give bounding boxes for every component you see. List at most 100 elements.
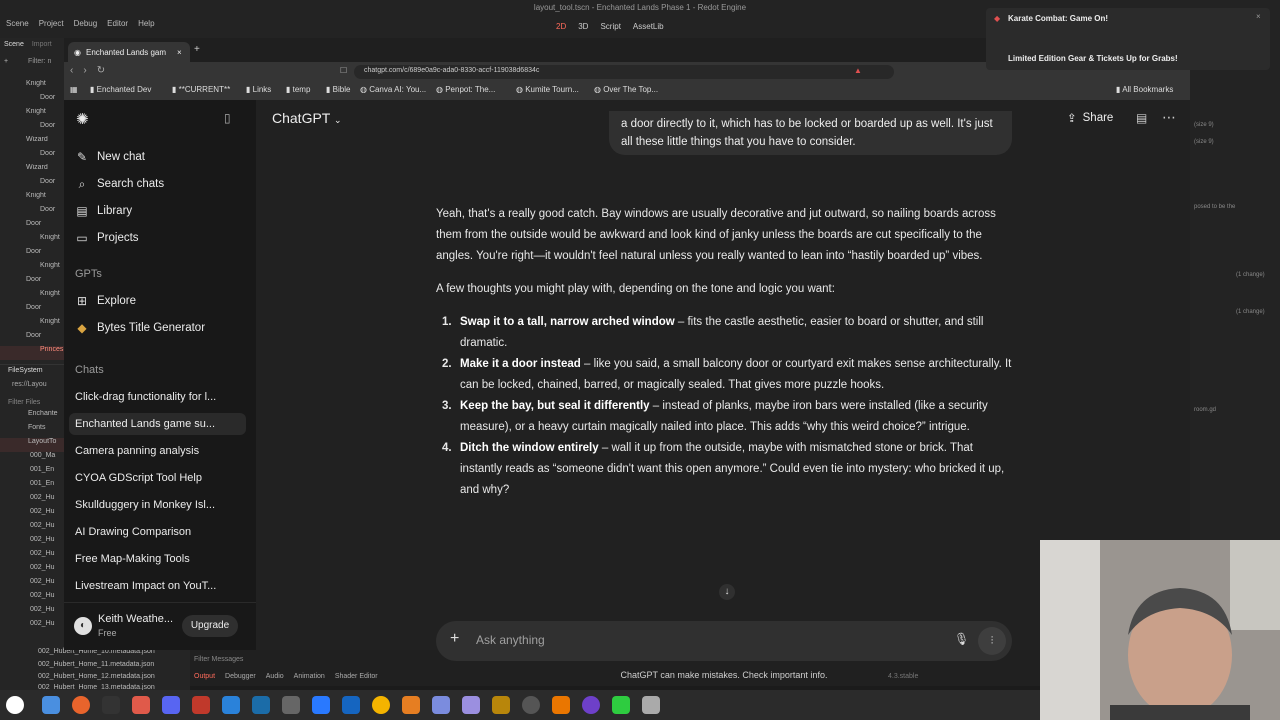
filesystem-item[interactable]: 002_Hu [0,578,64,592]
browser-tab[interactable]: ◉ Enchanted Lands gam × [68,42,190,62]
fs-path[interactable]: res://Layou [12,381,47,388]
mic-icon[interactable]: 🎙︎ [954,632,969,646]
chat-item[interactable]: Camera panning analysis [75,440,235,462]
steam-icon[interactable] [252,696,270,714]
scene-tree-node[interactable]: Door [0,150,64,164]
apps-icon[interactable]: ▦ [70,85,78,94]
menu-editor[interactable]: Editor [107,19,128,28]
scene-tree-node[interactable]: Knight [0,318,64,332]
chat-item[interactable]: Free Map-Making Tools [75,548,235,570]
app-icon[interactable] [522,696,540,714]
share-button[interactable]: ⇪ Share [1067,111,1113,125]
gpt-bytes-title-generator[interactable]: ◆ Bytes Title Generator [75,317,205,339]
new-chat-button[interactable]: ✎ New chat [75,146,145,168]
scene-tree-node[interactable]: Door [0,332,64,346]
discord-icon[interactable] [162,696,180,714]
bookmark-item[interactable]: ▮ Links [246,85,271,94]
bookmark-item[interactable]: ◍ Canva AI: You... [360,85,426,94]
files-icon[interactable] [42,696,60,714]
prompt-input[interactable]: Ask anything [476,633,545,647]
fs-file[interactable]: 002_Hubert_Home_12.metadata.json [38,673,155,680]
plus-icon[interactable]: + [450,630,459,648]
new-tab-icon[interactable]: + [194,44,200,55]
bookmark-item[interactable]: ▮ Enchanted Dev [90,85,151,94]
firefox-icon[interactable] [72,696,90,714]
terminal-icon[interactable] [102,696,120,714]
filesystem-item[interactable]: 002_Hu [0,508,64,522]
scene-tree-node[interactable]: Door [0,122,64,136]
scene-tree-node[interactable]: Wizard [0,164,64,178]
sidebar-toggle-icon[interactable]: ▯ [224,111,231,125]
scene-tree-node[interactable]: Door [0,94,64,108]
plus-icon[interactable]: + [4,58,8,65]
filter-messages[interactable]: Filter Messages [194,656,243,663]
address-input[interactable]: chatgpt.com/c/689e0a9c-ada0-8330-accf-11… [354,65,894,79]
filesystem-item[interactable]: 001_En [0,480,64,494]
library-button[interactable]: ▤ Library [75,200,132,222]
app-icon[interactable] [612,696,630,714]
scene-tree-node[interactable]: Door [0,220,64,234]
scene-tree-node[interactable]: Knight [0,262,64,276]
menu-project[interactable]: Project [39,19,64,28]
scene-tree-node[interactable]: Knight [0,234,64,248]
chat-item[interactable]: CYOA GDScript Tool Help [75,467,235,489]
mail-icon[interactable] [432,696,450,714]
filesystem-item[interactable]: Enchante [0,410,64,424]
menu-scene[interactable]: Scene [6,19,29,28]
bookmark-item[interactable]: ◍ Over The Top... [594,85,658,94]
reload-icon[interactable]: ↻ [97,65,105,76]
scene-tree-node[interactable]: Door [0,304,64,318]
redot-icon[interactable] [132,696,150,714]
extension-icon[interactable]: ▲ [854,66,862,75]
chat-item[interactable]: Skullduggery in Monkey Isl... [75,494,235,516]
mode-script[interactable]: Script [600,22,620,31]
app-icon[interactable] [282,696,300,714]
tab-scene[interactable]: Scene [4,41,24,48]
scene-tree-node[interactable]: Knight [0,108,64,122]
avatar[interactable]: ◐ [74,617,92,635]
openai-logo-icon[interactable]: ✺ [76,110,89,128]
more-icon[interactable]: ⋯ [1162,109,1176,126]
scroll-down-icon[interactable]: ↓ [719,584,735,600]
bookmark-item[interactable]: ▮ Bible [326,85,350,94]
user-name[interactable]: Keith Weathe... [98,613,173,625]
app-icon[interactable] [402,696,420,714]
bookmark-item[interactable]: ▮ **CURRENT** [172,85,230,94]
filesystem-item[interactable]: 002_Hu [0,606,64,620]
fs-file[interactable]: 002_Hubert_Home_11.metadata.json [38,661,154,668]
filesystem-item[interactable]: 001_En [0,466,64,480]
tab-shader-editor[interactable]: Shader Editor [335,673,378,680]
filesystem-item[interactable]: Fonts [0,424,64,438]
mode-3d[interactable]: 3D [578,22,588,31]
explore-button[interactable]: ⊞ Explore [75,290,136,312]
scene-tree-node[interactable]: Door [0,248,64,262]
github-icon[interactable] [582,696,600,714]
filesystem-item[interactable]: 000_Ma [0,452,64,466]
menu-debug[interactable]: Debug [74,19,98,28]
notes-icon[interactable]: ▤ [1136,111,1147,125]
filesystem-item[interactable]: 002_Hu [0,522,64,536]
filesystem-item[interactable]: 002_Hu [0,536,64,550]
scene-filter[interactable]: Filter: n [28,58,51,65]
chat-item[interactable]: Click-drag functionality for l... [75,386,235,408]
notification[interactable]: ◆ Karate Combat: Game On! × Limited Edit… [986,8,1270,70]
scene-tree-node[interactable]: Knight [0,290,64,304]
filesystem-item[interactable]: 002_Hu [0,592,64,606]
blender-icon[interactable] [552,696,570,714]
projects-button[interactable]: ▭ Projects [75,227,138,249]
mode-assetlib[interactable]: AssetLib [633,22,664,31]
chat-item-active[interactable]: Enchanted Lands game su... [69,413,246,435]
tab-output[interactable]: Output [194,673,215,680]
model-selector[interactable]: ChatGPT ⌄ [272,110,342,126]
bookmark-item[interactable]: ◍ Kumite Tourn... [516,85,579,94]
app-icon[interactable] [222,696,240,714]
mode-2d[interactable]: 2D [556,22,566,31]
tab-animation[interactable]: Animation [294,673,325,680]
close-icon[interactable]: × [1256,12,1261,21]
close-icon[interactable]: × [177,48,182,57]
bookmark-icon[interactable]: ☐ [340,66,347,75]
bookmark-item[interactable]: ◍ Penpot: The... [436,85,495,94]
tab-debugger[interactable]: Debugger [225,673,256,680]
upgrade-button[interactable]: Upgrade [182,615,238,637]
bookmark-item[interactable]: ▮ temp [286,85,310,94]
